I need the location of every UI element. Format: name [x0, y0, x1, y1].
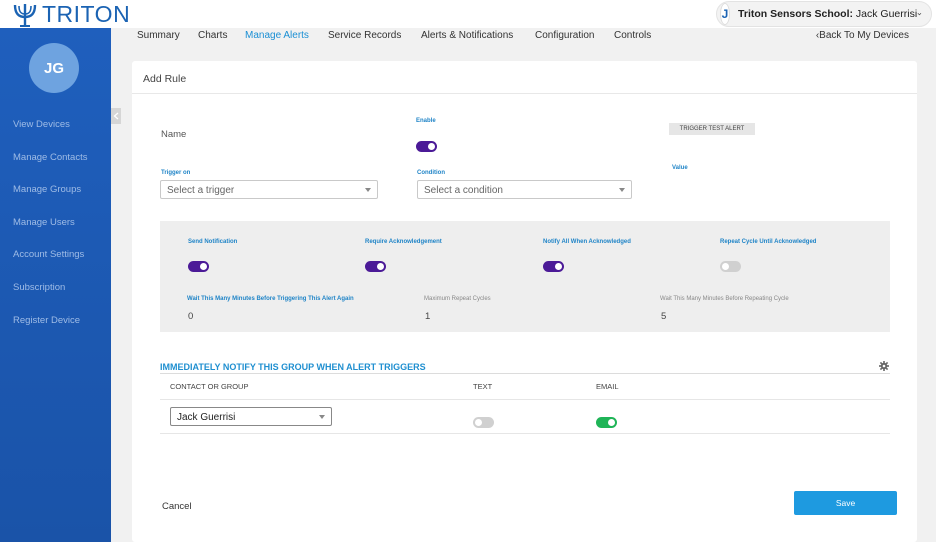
wait-minutes-value[interactable]: 0: [188, 311, 193, 322]
sidebar-item-manage-groups[interactable]: Manage Groups: [13, 184, 81, 195]
column-header-text: TEXT: [473, 382, 493, 391]
repeat-wait-label: Wait This Many Minutes Before Repeating …: [660, 296, 789, 302]
send-notification-label: Send Notification: [188, 239, 238, 245]
repeat-wait-value[interactable]: 5: [661, 311, 666, 322]
tab-configuration[interactable]: Configuration: [535, 30, 594, 41]
cancel-button[interactable]: Cancel: [162, 501, 192, 512]
contact-select[interactable]: Jack Guerrisi: [170, 407, 332, 426]
column-header-contact: CONTACT OR GROUP: [170, 382, 249, 391]
condition-label: Condition: [417, 170, 445, 176]
sidebar-collapse-button[interactable]: [111, 108, 121, 124]
table-header-divider: [160, 399, 890, 400]
max-cycles-value[interactable]: 1: [425, 311, 430, 322]
sidebar-item-manage-users[interactable]: Manage Users: [13, 217, 75, 228]
gear-icon[interactable]: [879, 361, 889, 371]
device-nav: Summary Charts Manage Alerts Service Rec…: [111, 28, 936, 44]
card-header: Add Rule: [132, 61, 917, 94]
chevron-down-icon: [917, 12, 922, 16]
account-avatar: J: [720, 3, 731, 25]
value-label: Value: [672, 165, 688, 171]
trigger-test-alert-button[interactable]: TRIGGER TEST ALERT: [669, 123, 755, 135]
require-ack-toggle[interactable]: [365, 261, 386, 272]
sidebar-item-manage-contacts[interactable]: Manage Contacts: [13, 152, 87, 163]
sidebar-item-account-settings[interactable]: Account Settings: [13, 249, 84, 260]
tab-controls[interactable]: Controls: [614, 30, 651, 41]
account-selector[interactable]: J Triton Sensors School: Jack Guerrisi: [716, 1, 932, 27]
chevron-left-icon: [113, 112, 119, 120]
sidebar-item-register-device[interactable]: Register Device: [13, 315, 80, 326]
trigger-select[interactable]: Select a trigger: [160, 180, 378, 199]
contact-select-value: Jack Guerrisi: [177, 412, 236, 423]
logo-text: TRITON: [42, 0, 131, 27]
enable-toggle[interactable]: [416, 141, 437, 152]
caret-down-icon: [319, 415, 325, 419]
options-panel: Send Notification Require Acknowledgemen…: [160, 221, 890, 332]
tab-service-records[interactable]: Service Records: [328, 30, 401, 41]
sidebar-item-view-devices[interactable]: View Devices: [13, 119, 70, 130]
section-divider: [160, 373, 890, 374]
user-name: Jack Guerrisi: [855, 8, 918, 20]
notify-section-title: IMMEDIATELY NOTIFY THIS GROUP WHEN ALERT…: [160, 362, 426, 372]
enable-label: Enable: [416, 118, 436, 124]
condition-select-value: Select a condition: [424, 185, 503, 196]
top-bar: TRITON J Triton Sensors School: Jack Gue…: [0, 0, 936, 28]
repeat-cycle-label: Repeat Cycle Until Acknowledged: [720, 239, 817, 245]
back-to-devices-link[interactable]: ‹Back To My Devices: [816, 30, 909, 41]
save-button[interactable]: Save: [794, 491, 897, 515]
account-label: Triton Sensors School: Jack Guerrisi: [738, 8, 917, 20]
caret-down-icon: [365, 188, 371, 192]
page-title: Add Rule: [143, 73, 187, 85]
tab-charts[interactable]: Charts: [198, 30, 227, 41]
trigger-select-value: Select a trigger: [167, 185, 235, 196]
tab-manage-alerts[interactable]: Manage Alerts: [245, 30, 309, 41]
sidebar-item-subscription[interactable]: Subscription: [13, 282, 65, 293]
send-notification-toggle[interactable]: [188, 261, 209, 272]
tab-alerts-notifications[interactable]: Alerts & Notifications: [421, 30, 513, 41]
user-avatar[interactable]: JG: [29, 43, 79, 93]
notify-all-label: Notify All When Acknowledged: [543, 239, 631, 245]
add-rule-card: Add Rule Name Enable TRIGGER TEST ALERT …: [132, 61, 917, 542]
require-ack-label: Require Acknowledgement: [365, 239, 442, 245]
sidebar: JG View Devices Manage Contacts Manage G…: [0, 28, 111, 542]
repeat-cycle-toggle[interactable]: [720, 261, 741, 272]
condition-select[interactable]: Select a condition: [417, 180, 632, 199]
trigger-label: Trigger on: [161, 170, 191, 176]
table-row-divider: [160, 433, 890, 434]
column-header-email: EMAIL: [596, 382, 619, 391]
triton-logo[interactable]: TRITON: [10, 1, 130, 27]
trident-icon: [13, 4, 37, 27]
name-label: Name: [161, 129, 187, 140]
text-toggle[interactable]: [473, 417, 494, 428]
max-cycles-label: Maximum Repeat Cycles: [424, 296, 491, 302]
school-name: Triton Sensors School:: [738, 8, 853, 20]
email-toggle[interactable]: [596, 417, 617, 428]
caret-down-icon: [619, 188, 625, 192]
notify-all-toggle[interactable]: [543, 261, 564, 272]
tab-summary[interactable]: Summary: [137, 30, 180, 41]
wait-minutes-label: Wait This Many Minutes Before Triggering…: [187, 296, 354, 302]
